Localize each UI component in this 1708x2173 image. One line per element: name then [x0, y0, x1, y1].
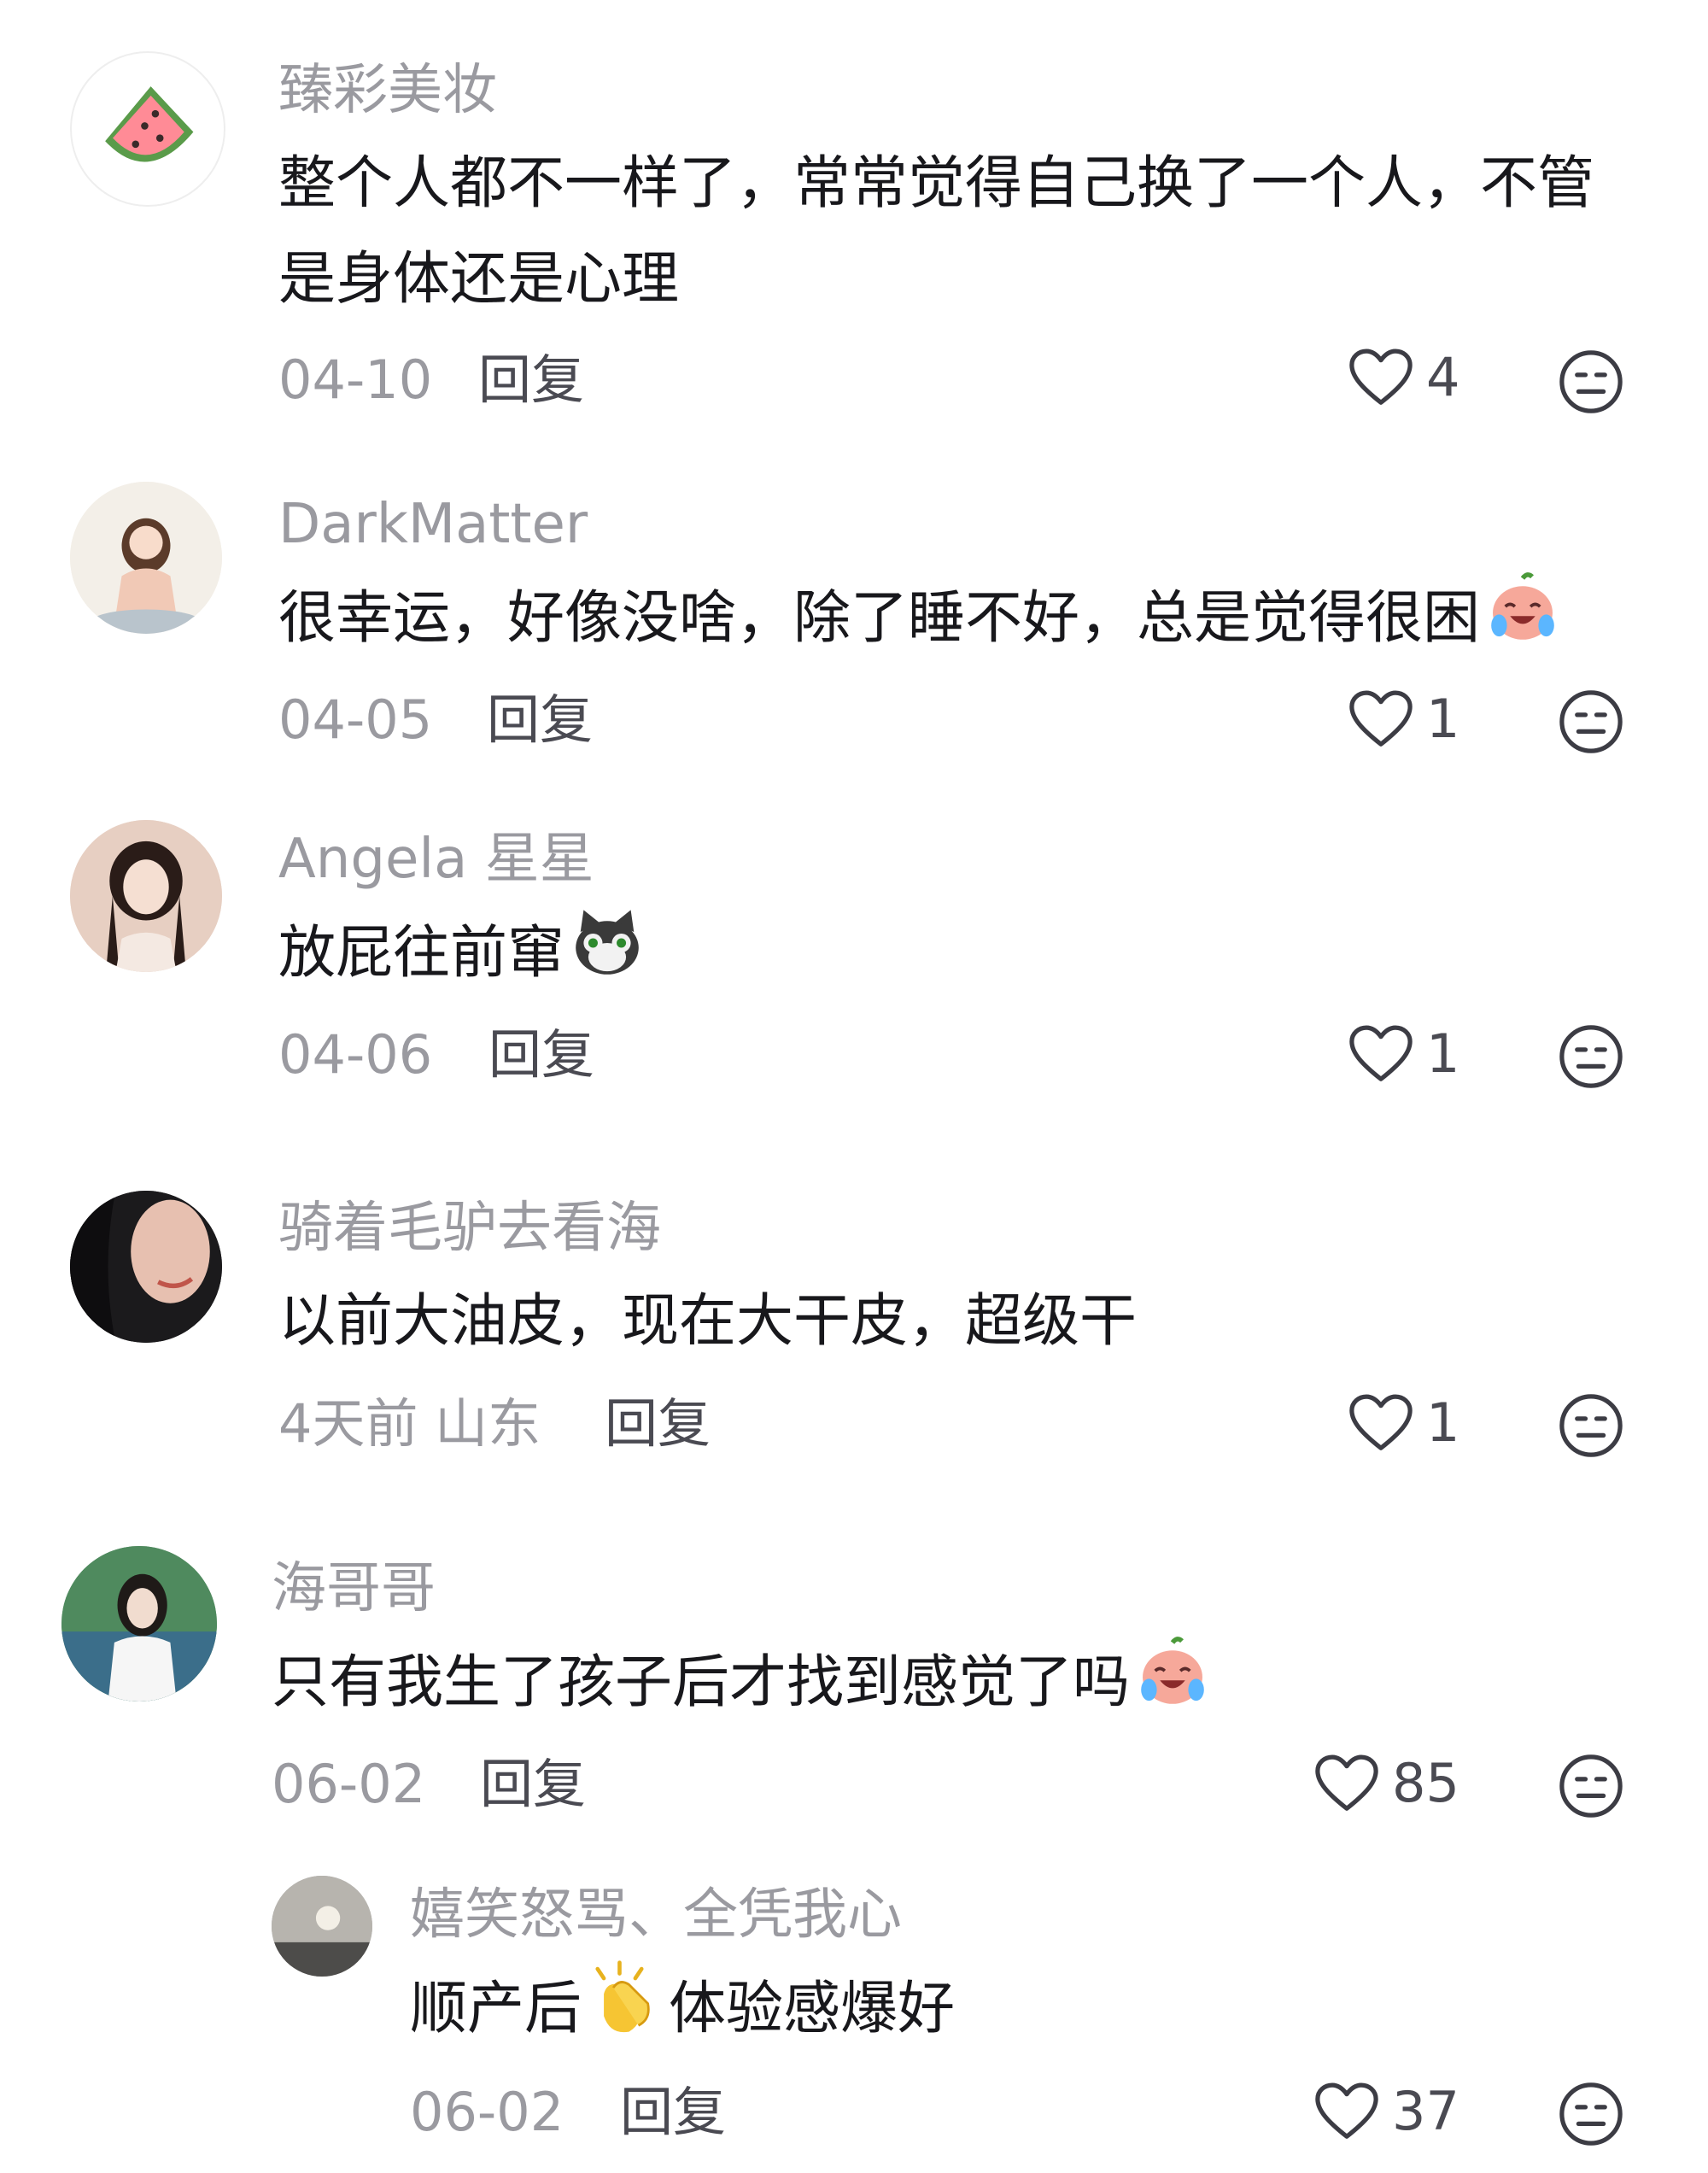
avatar[interactable] [70, 482, 222, 634]
like-count: 1 [1426, 1391, 1460, 1454]
comment-date: 06-02 [272, 1753, 426, 1815]
reply-button[interactable]: 回复 [620, 2086, 726, 2139]
reply-text-after: 体验感爆好 [669, 1975, 955, 2041]
comment-date: 04-05 [278, 688, 433, 751]
avatar-photo-icon [61, 1546, 217, 1702]
like-button[interactable]: 1 [1348, 688, 1459, 750]
reply-button[interactable]: 回复 [478, 354, 584, 407]
like-count: 1 [1426, 688, 1460, 750]
like-count: 37 [1392, 2080, 1459, 2142]
comment-username[interactable]: DarkMatter [278, 497, 588, 552]
crying-laugh-emoji-icon [1491, 572, 1554, 640]
comment-username[interactable]: 臻彩美妆 [278, 63, 497, 118]
meh-face-icon [1559, 1025, 1623, 1088]
meh-face-icon [1559, 690, 1623, 753]
heart-outline-icon [1349, 690, 1413, 747]
avatar-sunset-icon [272, 1876, 372, 1977]
comment-text: 以前大油皮，现在大干皮，超级干 [278, 1273, 1645, 1368]
like-count: 4 [1426, 346, 1460, 408]
avatar-illustration-icon [70, 482, 222, 634]
comment-username[interactable]: 骑着毛驴去看海 [278, 1201, 661, 1256]
comment-text-content: 放屁往前窜 [278, 919, 564, 986]
comment-text: 放屁往前窜 [278, 904, 1645, 1000]
comment-text: 整个人都不一样了，常常觉得自己换了一个人，不管是身体还是心理 [278, 135, 1645, 326]
like-button[interactable]: 37 [1313, 2081, 1459, 2142]
comment-text: 很幸运，好像没啥，除了睡不好，总是觉得很困 [278, 569, 1679, 665]
dislike-button[interactable] [1558, 1392, 1624, 1459]
like-count: 1 [1426, 1022, 1460, 1085]
heart-outline-icon [1349, 1025, 1413, 1081]
crying-laugh-emoji-icon [1141, 1637, 1204, 1704]
comment-text-content: 整个人都不一样了，常常觉得自己换了一个人，不管是身体还是心理 [278, 149, 1594, 312]
reply-text-before: 顺产后 [410, 1975, 582, 2041]
comment-username[interactable]: Angela 星星 [278, 832, 594, 887]
cat-emoji-icon [576, 910, 639, 975]
comment-text-content: 以前大油皮，现在大干皮，超级干 [278, 1287, 1137, 1354]
comment-date: 04-06 [278, 1023, 433, 1086]
comment-text-content: 只有我生了孩子后才找到感觉了吗 [272, 1649, 1130, 1715]
dislike-button[interactable] [1558, 348, 1624, 415]
heart-outline-icon [1315, 2082, 1378, 2139]
like-count: 85 [1392, 1752, 1459, 1814]
watermelon-icon [105, 86, 194, 162]
reply-date: 06-02 [410, 2081, 564, 2143]
avatar[interactable] [70, 51, 225, 207]
like-button[interactable]: 85 [1313, 1753, 1459, 1814]
like-button[interactable]: 4 [1348, 347, 1459, 408]
avatar[interactable] [272, 1876, 372, 1977]
avatar-photo-icon [70, 1191, 222, 1343]
comment-text-content: 很幸运，好像没啥，除了睡不好，总是觉得很困 [278, 584, 1480, 651]
avatar[interactable] [61, 1546, 217, 1702]
dislike-button[interactable] [1558, 688, 1624, 755]
heart-outline-icon [1349, 348, 1413, 405]
reply-button[interactable]: 回复 [487, 694, 593, 747]
heart-outline-icon [1315, 1754, 1378, 1811]
dislike-button[interactable] [1558, 1753, 1624, 1819]
reply-button[interactable]: 回复 [480, 1758, 586, 1811]
comment-date: 4天前 山东 [278, 1392, 541, 1455]
meh-face-icon [1559, 2082, 1623, 2146]
avatar-photo-icon [70, 820, 222, 972]
reply-button[interactable]: 回复 [605, 1397, 711, 1450]
avatar[interactable] [70, 820, 222, 972]
reply-text: 顺产后 体验感爆好 [410, 1959, 1606, 2056]
dislike-button[interactable] [1558, 2081, 1624, 2147]
heart-outline-icon [1349, 1394, 1413, 1450]
comment-date: 04-10 [278, 348, 433, 411]
avatar[interactable] [70, 1191, 222, 1343]
reply-button[interactable]: 回复 [488, 1028, 594, 1081]
dislike-button[interactable] [1558, 1023, 1624, 1090]
comment-username[interactable]: 海哥哥 [272, 1561, 436, 1616]
clapping-hands-emoji-icon [595, 1960, 650, 2033]
like-button[interactable]: 1 [1348, 1023, 1459, 1085]
meh-face-icon [1559, 1394, 1623, 1457]
like-button[interactable]: 1 [1348, 1392, 1459, 1454]
comment-text: 只有我生了孩子后才找到感觉了吗 [272, 1633, 1638, 1730]
meh-face-icon [1559, 1754, 1623, 1818]
meh-face-icon [1559, 350, 1623, 413]
reply-username[interactable]: 嬉笑怒骂、全凭我心 [410, 1888, 902, 1942]
